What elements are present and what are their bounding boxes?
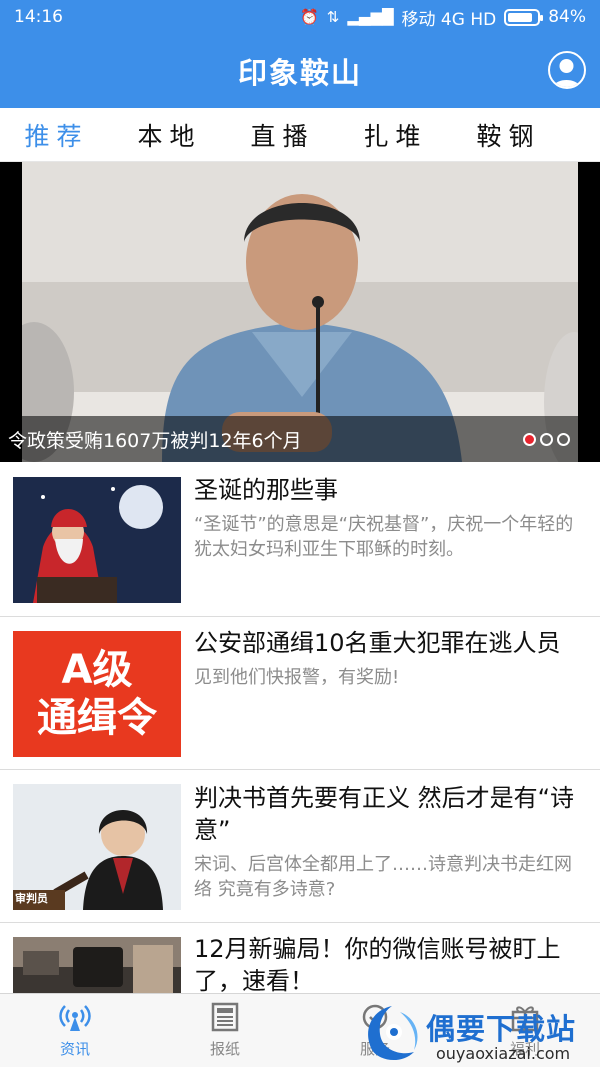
app-header: 印象鞍山 <box>0 34 600 108</box>
tab-crowd[interactable]: 扎堆 <box>339 117 452 153</box>
news-summary: “圣诞节”的意思是“庆祝基督”，庆祝一个年轻的犹太妇女玛利亚生下耶稣的时刻。 <box>194 514 574 560</box>
news-summary: 宋词、后宫体全都用上了……诗意判决书走红网络 究竟有多诗意? <box>194 854 572 900</box>
news-title: 判决书首先要有正义 然后才是有“诗意” <box>194 784 575 844</box>
status-carrier: 移动 4G HD <box>401 9 497 30</box>
user-profile-button[interactable] <box>548 51 586 89</box>
carousel-dot[interactable] <box>557 432 570 446</box>
status-bar: 14:16 ⏰ ⇅ ▂▄▆█ 移动 4G HD 84% <box>0 0 600 34</box>
car-interior-image <box>13 937 181 993</box>
news-text: 12月新骗局！你的微信账号被盯上了，速看！ <box>194 933 588 993</box>
watermark-url: ouyaoxiazai.com <box>436 1044 571 1063</box>
news-thumbnail: 审判员 <box>13 784 181 910</box>
carousel-indicator <box>523 432 600 446</box>
carousel-dot[interactable] <box>540 432 553 446</box>
nav-label: 资讯 <box>59 1040 90 1058</box>
news-title: 公安部通缉10名重大犯罪在逃人员 <box>194 629 561 657</box>
watermark: 偶要下载站 ouyaoxiazai.com <box>360 1000 600 1067</box>
banner-carousel[interactable]: 令政策受贿1607万被判12年6个月 <box>0 162 600 462</box>
nav-newspaper[interactable]: 报纸 <box>150 994 300 1067</box>
santa-image <box>13 477 181 603</box>
news-summary: 见到他们快报警，有奖励! <box>194 667 400 688</box>
tab-local[interactable]: 本地 <box>113 117 226 153</box>
watermark-logo-icon <box>368 1006 418 1061</box>
wanted-badge-line2: 通缉令 <box>37 695 157 741</box>
status-right: ⏰ ⇅ ▂▄▆█ 移动 4G HD 84% <box>300 5 586 30</box>
tab-live[interactable]: 直播 <box>226 117 339 153</box>
news-thumbnail <box>13 477 181 603</box>
watermark-title: 偶要下载站 <box>426 1012 577 1046</box>
category-tabs: 推荐 本地 直播 扎堆 鞍钢 <box>0 108 600 162</box>
nav-label: 报纸 <box>209 1040 240 1058</box>
news-title: 12月新骗局！你的微信账号被盯上了，速看！ <box>194 935 561 993</box>
broadcast-icon <box>59 1005 91 1031</box>
nav-news[interactable]: 资讯 <box>0 994 150 1067</box>
battery-icon <box>504 8 544 26</box>
news-text: 判决书首先要有正义 然后才是有“诗意” 宋词、后宫体全都用上了……诗意判决书走红… <box>194 782 588 902</box>
judge-caption: 审判员 <box>15 892 48 905</box>
banner-caption: 令政策受贿1607万被判12年6个月 <box>0 416 600 462</box>
signal-icon: ▂▄▆█ <box>347 8 394 26</box>
news-thumbnail: A级 通缉令 <box>13 631 181 757</box>
news-item[interactable]: 审判员 判决书首先要有正义 然后才是有“诗意” 宋词、后宫体全都用上了……诗意判… <box>0 770 600 923</box>
banner-caption-text: 令政策受贿1607万被判12年6个月 <box>8 429 302 452</box>
alarm-icon: ⏰ <box>300 8 319 26</box>
carousel-dot[interactable] <box>523 432 536 446</box>
status-battery: 84% <box>548 7 586 27</box>
data-arrows-icon: ⇅ <box>326 8 340 26</box>
news-item[interactable]: A级 通缉令 公安部通缉10名重大犯罪在逃人员 见到他们快报警，有奖励! <box>0 617 600 770</box>
news-text: 公安部通缉10名重大犯罪在逃人员 见到他们快报警，有奖励! <box>194 627 588 690</box>
newspaper-icon <box>211 1002 239 1032</box>
news-item[interactable]: 12月新骗局！你的微信账号被盯上了，速看！ <box>0 923 600 993</box>
news-text: 圣诞的那些事 “圣诞节”的意思是“庆祝基督”，庆祝一个年轻的犹太妇女玛利亚生下耶… <box>194 474 588 562</box>
tab-ansteel[interactable]: 鞍钢 <box>452 117 565 153</box>
app-title: 印象鞍山 <box>237 56 362 90</box>
wanted-badge-line1: A级 <box>61 647 133 693</box>
news-item[interactable]: 圣诞的那些事 “圣诞节”的意思是“庆祝基督”，庆祝一个年轻的犹太妇女玛利亚生下耶… <box>0 462 600 617</box>
tab-recommend[interactable]: 推荐 <box>0 117 113 153</box>
news-thumbnail <box>13 937 181 993</box>
news-title: 圣诞的那些事 <box>194 476 338 504</box>
status-time: 14:16 <box>14 7 63 27</box>
user-icon <box>552 59 581 87</box>
